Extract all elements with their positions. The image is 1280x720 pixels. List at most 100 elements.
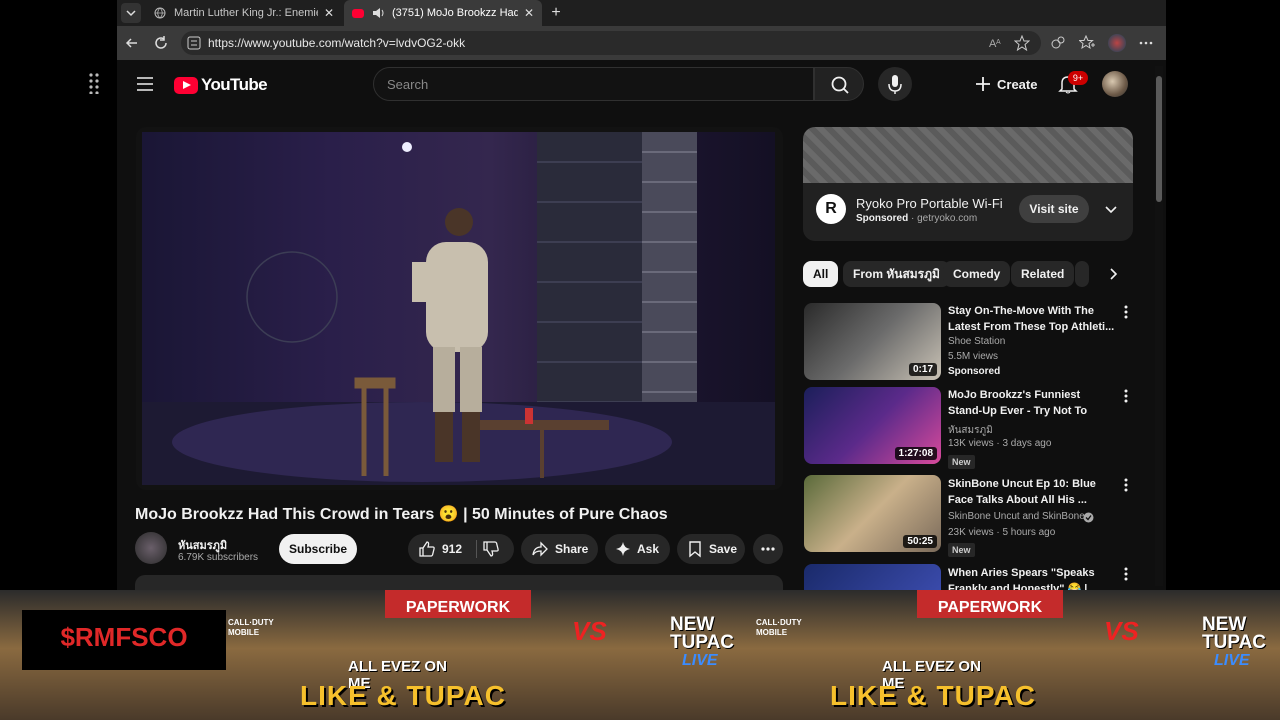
globe-icon	[154, 7, 166, 19]
thumbs-up-icon[interactable]	[418, 540, 436, 558]
drag-handle-icon[interactable]	[88, 72, 100, 94]
close-tab-icon[interactable]: ✕	[524, 6, 534, 20]
profile-avatar[interactable]	[1108, 34, 1126, 52]
rec-duration: 0:17	[908, 363, 937, 376]
rec-views: 13K views · 3 days ago	[948, 438, 1052, 449]
tab-title: Martin Luther King Jr.: Enemies c	[174, 7, 318, 19]
thumbs-down-icon[interactable]	[482, 540, 500, 558]
browser-tab-youtube[interactable]: (3751) MoJo Brookzz Had T ✕	[344, 0, 542, 26]
collage-panel: VS NEW TUPAC LIVE PAPERWORK CALL·DUTY MO…	[532, 590, 1064, 720]
more-vertical-icon[interactable]	[1120, 388, 1132, 404]
create-label: Create	[997, 76, 1038, 92]
rec-title[interactable]: MoJo Brookzz's Funniest Stand-Up Ever - …	[948, 387, 1116, 419]
search-icon	[831, 76, 849, 94]
brand-text: $RMFSCO	[60, 622, 188, 652]
ask-button[interactable]: Ask	[605, 534, 670, 564]
share-button[interactable]: Share	[521, 534, 598, 564]
share-label: Share	[555, 542, 589, 556]
chevron-right-icon[interactable]	[1105, 266, 1121, 282]
rec-new-badge: New	[948, 455, 975, 469]
more-vertical-icon[interactable]	[1120, 304, 1132, 320]
ad-sponsored-label: Sponsored	[856, 213, 909, 224]
create-button[interactable]: Create	[969, 69, 1039, 99]
like-count[interactable]: 912	[442, 542, 462, 556]
new-tab-button[interactable]: +	[546, 3, 566, 23]
rec-thumbnail[interactable]: 0:17	[804, 303, 941, 380]
refresh-icon[interactable]	[151, 33, 171, 53]
chip-all[interactable]: All	[803, 261, 839, 287]
url-text[interactable]: https://www.youtube.com/watch?v=lvdvOG2-…	[208, 36, 465, 50]
more-actions-button[interactable]	[753, 534, 783, 564]
subscriber-count: 6.79K subscribers	[178, 552, 259, 563]
verified-check-icon	[1083, 512, 1094, 523]
youtube-logo[interactable]: YouTube	[174, 75, 268, 95]
like-dislike-group: 912	[408, 534, 514, 564]
search-button[interactable]	[814, 67, 864, 101]
video-player[interactable]	[136, 127, 783, 490]
account-avatar[interactable]	[1102, 71, 1128, 97]
more-vertical-icon[interactable]	[1120, 566, 1132, 582]
right-black-bar	[1166, 0, 1280, 590]
ad-subline: Sponsored · getryoko.com	[856, 213, 977, 224]
share-icon	[532, 541, 548, 557]
youtube-play-icon	[174, 76, 198, 94]
rec-title[interactable]: SkinBone Uncut Ep 10: Blue Face Talks Ab…	[948, 476, 1116, 508]
close-tab-icon[interactable]: ✕	[324, 6, 334, 20]
rec-thumbnail[interactable]: 1:27:08	[804, 387, 941, 464]
speaker-icon[interactable]	[372, 7, 386, 19]
chip-overflow[interactable]	[1075, 261, 1089, 287]
favorites-icon[interactable]	[1079, 35, 1095, 51]
chevron-down-icon[interactable]	[1103, 201, 1119, 217]
rec-views: 5.5M views	[948, 351, 999, 362]
rec-channel[interactable]: Shoe Station	[948, 336, 1005, 347]
rec-channel[interactable]: หันสมรภูมิ	[948, 423, 993, 438]
collage-panel: VS NEW TUPAC LIVE	[1064, 590, 1280, 720]
microphone-icon	[888, 75, 902, 94]
svg-text:A: A	[996, 39, 1001, 46]
cod-text: CALL·DUTY MOBILE	[756, 618, 802, 637]
ad-banner-image[interactable]	[803, 127, 1133, 183]
back-arrow-icon[interactable]	[122, 33, 142, 53]
rec-thumbnail[interactable]	[804, 564, 941, 590]
subscribe-button[interactable]: Subscribe	[279, 534, 357, 564]
live-text: LIVE	[682, 652, 718, 669]
search-placeholder: Search	[387, 77, 429, 92]
chevron-down-icon	[126, 10, 136, 17]
hamburger-menu-icon[interactable]	[137, 77, 153, 91]
rec-title[interactable]: Stay On-The-Move With The Latest From Th…	[948, 303, 1116, 335]
voice-search-button[interactable]	[878, 67, 912, 101]
chip-from-channel[interactable]: From หันสมรภูมิ	[843, 261, 950, 287]
more-menu-icon[interactable]	[1138, 35, 1154, 51]
liketupac-text: LIKE & TUPAC	[830, 680, 1036, 711]
rec-title[interactable]: When Aries Spears "Speaks Frankly and Ho…	[948, 565, 1116, 590]
liketupac-text: LIKE & TUPAC	[300, 680, 506, 711]
ad-domain: · getryoko.com	[911, 213, 978, 224]
visit-site-button[interactable]: Visit site	[1019, 195, 1089, 223]
rec-thumbnail[interactable]: 50:25	[804, 475, 941, 552]
youtube-favicon-icon	[352, 8, 364, 18]
ad-title[interactable]: Ryoko Pro Portable Wi-Fi	[856, 196, 1003, 211]
video-title: MoJo Brookzz Had This Crowd in Tears 😮 |…	[135, 506, 668, 523]
ad-logo: R	[816, 194, 846, 224]
tab-list-button[interactable]	[121, 3, 141, 23]
vs-text: VS	[1104, 616, 1139, 646]
search-input[interactable]	[373, 67, 814, 101]
scrollbar-thumb[interactable]	[1156, 76, 1162, 202]
read-aloud-icon[interactable]: AA	[988, 35, 1004, 51]
save-button[interactable]: Save	[677, 534, 745, 564]
favorite-star-icon[interactable]	[1014, 35, 1030, 51]
browser-tab-mlk[interactable]: Martin Luther King Jr.: Enemies c ✕	[146, 0, 342, 26]
site-info-icon[interactable]	[187, 36, 201, 50]
ask-label: Ask	[637, 542, 660, 556]
save-label: Save	[709, 542, 738, 556]
extensions-icon[interactable]	[1050, 35, 1066, 51]
chip-related[interactable]: Related	[1011, 261, 1075, 287]
description-box[interactable]	[135, 575, 783, 590]
video-frame[interactable]	[142, 132, 775, 485]
more-horizontal-icon	[761, 547, 775, 551]
more-vertical-icon[interactable]	[1120, 477, 1132, 493]
chip-comedy[interactable]: Comedy	[943, 261, 1011, 287]
vs-text: VS	[572, 616, 607, 646]
rec-channel[interactable]: SkinBone Uncut and SkinBone	[948, 511, 1085, 522]
channel-avatar[interactable]	[135, 532, 167, 564]
